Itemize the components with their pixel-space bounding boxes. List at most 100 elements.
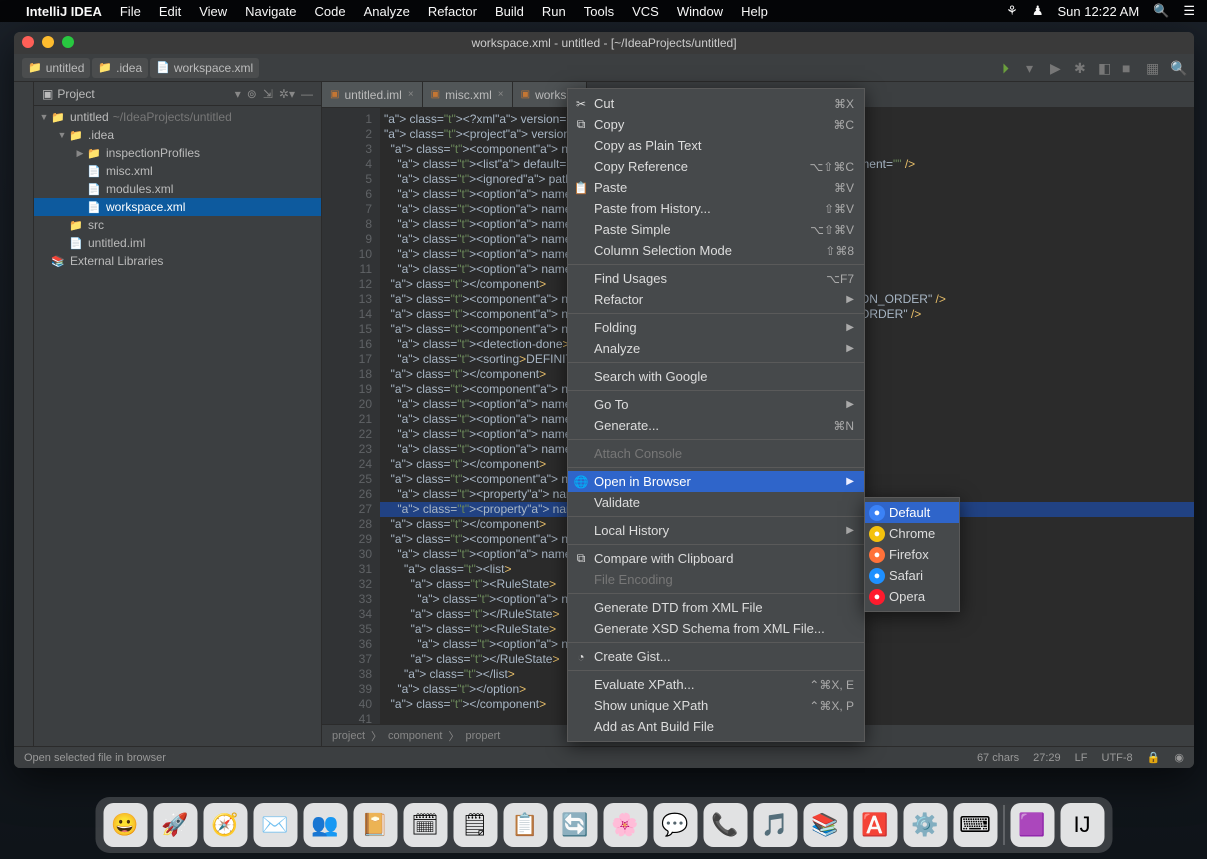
search-icon[interactable]: 🔍 bbox=[1170, 60, 1186, 76]
stop-icon[interactable]: ■ bbox=[1122, 60, 1138, 76]
menu-build[interactable]: Build bbox=[495, 4, 524, 19]
context-menu-item[interactable]: Analyze▶ bbox=[568, 338, 864, 359]
debug-icon[interactable]: ✱ bbox=[1074, 60, 1090, 76]
menu-navigate[interactable]: Navigate bbox=[245, 4, 296, 19]
dock-app[interactable]: 🅰️ bbox=[853, 803, 897, 847]
browser-option[interactable]: ●Opera bbox=[865, 586, 959, 607]
nav-crumb[interactable]: 📄workspace.xml bbox=[150, 58, 259, 78]
open-in-browser-submenu[interactable]: ●Default●Chrome●Firefox●Safari●Opera bbox=[864, 497, 960, 612]
context-menu-item[interactable]: Generate DTD from XML File bbox=[568, 597, 864, 618]
context-menu-item[interactable]: Show unique XPath⌃⌘X, P bbox=[568, 695, 864, 716]
context-menu-item[interactable]: Folding▶ bbox=[568, 317, 864, 338]
menu-vcs[interactable]: VCS bbox=[632, 4, 659, 19]
browser-option[interactable]: ●Safari bbox=[865, 565, 959, 586]
breadcrumb-item[interactable]: project bbox=[332, 730, 365, 742]
menu-file[interactable]: File bbox=[120, 4, 141, 19]
run-icon[interactable]: ▶ bbox=[1050, 60, 1066, 76]
context-menu-item[interactable]: Paste from History...⇧⌘V bbox=[568, 198, 864, 219]
menu-refactor[interactable]: Refactor bbox=[428, 4, 477, 19]
context-menu-item[interactable]: Search with Google bbox=[568, 366, 864, 387]
tree-item[interactable]: ▶📁inspectionProfiles bbox=[34, 144, 321, 162]
status-line-sep[interactable]: LF bbox=[1075, 752, 1088, 764]
maximize-button[interactable] bbox=[62, 36, 74, 48]
menu-tools[interactable]: Tools bbox=[584, 4, 614, 19]
context-menu-item[interactable]: Add as Ant Build File bbox=[568, 716, 864, 737]
browser-option[interactable]: ●Chrome bbox=[865, 523, 959, 544]
dock-app[interactable]: 🧭 bbox=[203, 803, 247, 847]
coverage-icon[interactable]: ◧ bbox=[1098, 60, 1114, 76]
context-menu-item[interactable]: Refactor▶ bbox=[568, 289, 864, 310]
context-menu-item[interactable]: Generate...⌘N bbox=[568, 415, 864, 436]
dock-app[interactable]: 🚀 bbox=[153, 803, 197, 847]
lock-icon[interactable]: 🔒 bbox=[1147, 751, 1161, 764]
locate-icon[interactable]: ⊚ bbox=[247, 87, 257, 101]
dock-app[interactable]: 📚 bbox=[803, 803, 847, 847]
menubar-extra-icon[interactable]: ♟ bbox=[1032, 3, 1044, 19]
dock-app[interactable]: 👥 bbox=[303, 803, 347, 847]
dock-app[interactable]: ⚙️ bbox=[903, 803, 947, 847]
app-menu[interactable]: IntelliJ IDEA bbox=[26, 4, 102, 19]
dock-app[interactable]: 🎵 bbox=[753, 803, 797, 847]
tree-item[interactable]: ▼📁untitled~/IdeaProjects/untitled bbox=[34, 108, 321, 126]
status-encoding[interactable]: UTF-8 bbox=[1102, 752, 1133, 764]
menu-edit[interactable]: Edit bbox=[159, 4, 181, 19]
project-tree[interactable]: ▼📁untitled~/IdeaProjects/untitled▼📁.idea… bbox=[34, 106, 321, 746]
dropdown-icon[interactable]: ▾ bbox=[235, 87, 241, 101]
minimize-button[interactable] bbox=[42, 36, 54, 48]
tree-item[interactable]: 📄misc.xml bbox=[34, 162, 321, 180]
context-menu-item[interactable]: Column Selection Mode⇧⌘8 bbox=[568, 240, 864, 261]
tree-item[interactable]: ▼📁.idea bbox=[34, 126, 321, 144]
left-stripe[interactable] bbox=[14, 82, 34, 746]
context-menu-item[interactable]: 📋Paste⌘V bbox=[568, 177, 864, 198]
tree-item[interactable]: 📚External Libraries bbox=[34, 252, 321, 270]
hide-icon[interactable]: — bbox=[301, 87, 313, 101]
context-menu-item[interactable]: Generate XSD Schema from XML File... bbox=[568, 618, 864, 639]
dock-app[interactable]: 📞 bbox=[703, 803, 747, 847]
menu-help[interactable]: Help bbox=[741, 4, 768, 19]
tree-item[interactable]: 📁src bbox=[34, 216, 321, 234]
tree-item[interactable]: 📄workspace.xml bbox=[34, 198, 321, 216]
browser-option[interactable]: ●Firefox bbox=[865, 544, 959, 565]
context-menu-item[interactable]: Paste Simple⌥⇧⌘V bbox=[568, 219, 864, 240]
dock-app[interactable]: ⌨ bbox=[953, 803, 997, 847]
nav-crumb[interactable]: 📁untitled bbox=[22, 58, 90, 78]
dock-app[interactable]: 💬 bbox=[653, 803, 697, 847]
editor-tab[interactable]: ▣untitled.iml× bbox=[322, 82, 423, 107]
inspector-icon[interactable]: ◉ bbox=[1174, 751, 1184, 764]
context-menu-item[interactable]: ⧉Copy⌘C bbox=[568, 114, 864, 135]
close-tab-icon[interactable]: × bbox=[408, 89, 414, 100]
breadcrumb-item[interactable]: propert bbox=[465, 730, 500, 742]
context-menu-item[interactable]: ⧉Compare with Clipboard bbox=[568, 548, 864, 569]
status-position[interactable]: 27:29 bbox=[1033, 752, 1061, 764]
run-dropdown-icon[interactable]: ▾ bbox=[1026, 60, 1042, 76]
dock-app[interactable]: 📔 bbox=[353, 803, 397, 847]
control-center-icon[interactable]: ☰ bbox=[1183, 3, 1195, 19]
collapse-icon[interactable]: ⇲ bbox=[263, 87, 273, 101]
editor-context-menu[interactable]: ✂Cut⌘X⧉Copy⌘CCopy as Plain TextCopy Refe… bbox=[567, 88, 865, 742]
tree-item[interactable]: 📄modules.xml bbox=[34, 180, 321, 198]
structure-icon[interactable]: ▦ bbox=[1146, 60, 1162, 76]
dock-app[interactable]: IJ bbox=[1060, 803, 1104, 847]
menu-view[interactable]: View bbox=[199, 4, 227, 19]
dock-app[interactable]: 🗒 bbox=[453, 803, 497, 847]
close-button[interactable] bbox=[22, 36, 34, 48]
build-icon[interactable]: ⏵ bbox=[1002, 60, 1018, 76]
menu-window[interactable]: Window bbox=[677, 4, 723, 19]
context-menu-item[interactable]: 🌐Open in Browser▶ bbox=[568, 471, 864, 492]
dock-app[interactable]: 📋 bbox=[503, 803, 547, 847]
menu-analyze[interactable]: Analyze bbox=[364, 4, 410, 19]
breadcrumb-item[interactable]: component bbox=[388, 730, 442, 742]
context-menu-item[interactable]: Evaluate XPath...⌃⌘X, E bbox=[568, 674, 864, 695]
context-menu-item[interactable]: Local History▶ bbox=[568, 520, 864, 541]
context-menu-item[interactable]: Go To▶ bbox=[568, 394, 864, 415]
menubar-extra-icon[interactable]: ⚘ bbox=[1006, 3, 1018, 19]
browser-option[interactable]: ●Default bbox=[865, 502, 959, 523]
editor-tab[interactable]: ▣misc.xml× bbox=[423, 82, 513, 107]
dock-app[interactable]: ✉️ bbox=[253, 803, 297, 847]
dock-app[interactable]: 🌸 bbox=[603, 803, 647, 847]
menu-code[interactable]: Code bbox=[314, 4, 345, 19]
tree-item[interactable]: 📄untitled.iml bbox=[34, 234, 321, 252]
dock-app[interactable]: 😀 bbox=[103, 803, 147, 847]
dock-app[interactable]: 🗓 bbox=[403, 803, 447, 847]
context-menu-item[interactable]: Validate bbox=[568, 492, 864, 513]
